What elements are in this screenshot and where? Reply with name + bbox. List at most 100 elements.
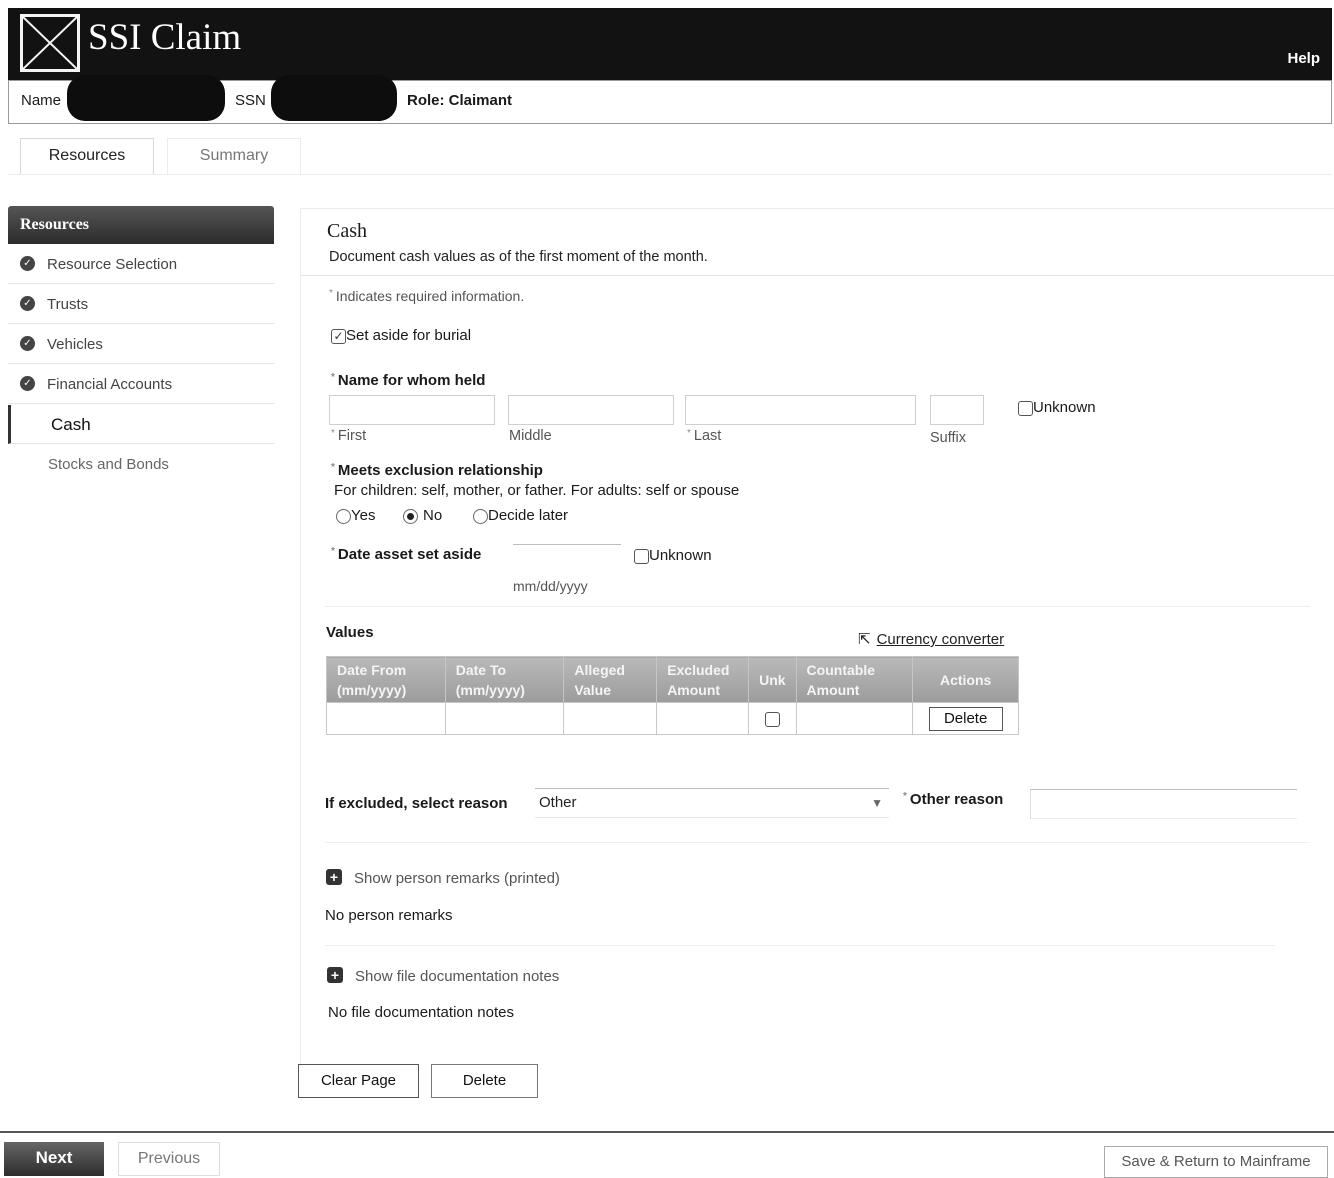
help-link[interactable]: Help	[1287, 50, 1320, 67]
role-label: Role: Claimant	[407, 92, 513, 109]
date-set-aside-label: * Date asset set aside	[331, 546, 482, 563]
middle-sublabel: Middle	[509, 428, 552, 444]
last-sublabel: * Last	[687, 428, 722, 444]
exclusion-help: For children: self, mother, or father. F…	[334, 482, 740, 499]
last-name-input[interactable]	[685, 395, 916, 425]
check-circle-icon: ✓	[20, 295, 35, 311]
sidebar-item-resource-selection[interactable]: ✓ Resource Selection	[8, 245, 274, 284]
check-circle-icon: ✓	[20, 335, 35, 351]
col-alleged-value: Alleged Value	[563, 656, 658, 703]
person-info-bar: Name SSN Role: Claimant	[8, 75, 1332, 124]
sidebar-item-vehicles[interactable]: ✓ Vehicles	[8, 325, 274, 364]
plus-icon: +	[326, 869, 342, 886]
delete-button[interactable]: Delete	[431, 1064, 538, 1098]
divider	[325, 945, 1275, 946]
name-held-label: * Name for whom held	[331, 372, 486, 389]
col-unk: Unk	[748, 656, 797, 703]
sidebar-heading: Resources	[8, 206, 274, 244]
first-name-input[interactable]	[329, 395, 495, 425]
first-sublabel: * First	[331, 428, 367, 444]
exclusion-label: * Meets exclusion relationship	[331, 462, 543, 479]
burial-checkbox[interactable]: ✓	[331, 328, 346, 344]
cell-excluded-amount[interactable]	[656, 702, 750, 735]
cell-actions: Delete	[912, 702, 1019, 735]
cell-unk	[748, 702, 797, 735]
divider	[325, 842, 1310, 843]
excluded-reason-label: If excluded, select reason	[325, 795, 508, 812]
table-row: Delete	[326, 702, 1019, 735]
footer-divider	[0, 1131, 1334, 1133]
burial-checkbox-row[interactable]: ✓ Set aside for burial	[331, 327, 471, 344]
suffix-input[interactable]	[930, 395, 984, 425]
exclusion-decide-later[interactable]: Decide later	[473, 507, 568, 524]
radio-no[interactable]	[403, 508, 418, 524]
required-note: * Indicates required information.	[329, 288, 525, 304]
next-button[interactable]: Next	[4, 1142, 104, 1176]
tab-divider	[8, 174, 1332, 175]
cell-date-from[interactable]	[326, 702, 446, 735]
page-subtitle: Document cash values as of the first mom…	[329, 249, 708, 265]
sidebar-item-label: Trusts	[47, 296, 89, 313]
app-header: SSI Claim Help	[8, 8, 1332, 80]
name-unknown-checkbox[interactable]	[1018, 400, 1033, 416]
cell-alleged-value[interactable]	[563, 702, 658, 735]
check-circle-icon: ✓	[20, 375, 35, 391]
name-unknown-row[interactable]: Unknown	[1018, 399, 1096, 416]
middle-name-input[interactable]	[508, 395, 674, 425]
sidebar-item-label: Financial Accounts	[47, 376, 173, 393]
date-unknown-row[interactable]: Unknown	[634, 547, 712, 564]
cell-countable-amount	[795, 702, 914, 735]
cell-date-to[interactable]	[444, 702, 565, 735]
ssn-label: SSN	[235, 92, 266, 109]
other-reason-label: * Other reason	[903, 791, 1004, 808]
excluded-reason-select[interactable]: Other ▼	[535, 788, 889, 818]
sidebar-item-label: Vehicles	[47, 336, 103, 353]
plus-icon: +	[327, 967, 343, 984]
sidebar-item-financial-accounts[interactable]: ✓ Financial Accounts	[8, 365, 274, 404]
col-date-from: Date From (mm/yyyy)	[326, 656, 446, 703]
app-logo-icon	[20, 14, 80, 72]
exclusion-yes[interactable]: Yes	[336, 507, 375, 524]
row-unk-checkbox[interactable]	[764, 711, 780, 727]
excluded-reason-value: Other	[539, 794, 577, 811]
external-link-icon: ⇱	[858, 631, 871, 648]
redacted-ssn	[271, 75, 397, 121]
exclusion-no[interactable]: No	[403, 507, 442, 524]
person-remarks-toggle[interactable]: + Show person remarks (printed)	[326, 869, 560, 887]
previous-button[interactable]: Previous	[118, 1142, 220, 1176]
date-set-aside-input[interactable]	[513, 544, 621, 572]
name-unknown-label: Unknown	[1033, 399, 1096, 416]
check-circle-icon: ✓	[20, 255, 35, 271]
name-label: Name	[21, 92, 62, 109]
file-docs-empty: No file documentation notes	[328, 1004, 514, 1021]
tab-resources[interactable]: Resources	[20, 138, 154, 174]
tab-summary[interactable]: Summary	[167, 138, 301, 174]
chevron-down-icon: ▼	[871, 796, 883, 810]
radio-decide-later[interactable]	[473, 508, 488, 524]
values-title: Values	[326, 624, 374, 641]
suffix-sublabel: Suffix	[930, 430, 967, 446]
radio-yes[interactable]	[336, 508, 351, 524]
file-docs-toggle[interactable]: + Show file documentation notes	[327, 967, 559, 985]
page-title: Cash	[327, 220, 367, 242]
date-unknown-checkbox[interactable]	[634, 548, 649, 564]
app-title: SSI Claim	[88, 17, 242, 58]
col-excluded-amount: Excluded Amount	[656, 656, 750, 703]
sidebar-item-label: Resource Selection	[47, 256, 178, 273]
date-format-hint: mm/dd/yyyy	[513, 578, 588, 594]
save-return-button[interactable]: Save & Return to Mainframe	[1104, 1146, 1328, 1178]
sidebar-item-trusts[interactable]: ✓ Trusts	[8, 285, 274, 324]
currency-converter-link[interactable]: ⇱ Currency converter	[858, 630, 1004, 648]
sidebar-item-cash[interactable]: Cash	[8, 405, 274, 444]
divider	[301, 275, 1334, 276]
date-unknown-label: Unknown	[649, 547, 712, 564]
clear-page-button[interactable]: Clear Page	[298, 1064, 419, 1098]
col-countable-amount: Countable Amount	[795, 656, 914, 703]
redacted-name	[67, 75, 225, 121]
sidebar-item-stocks-and-bonds[interactable]: Stocks and Bonds	[8, 445, 274, 484]
col-actions: Actions	[912, 656, 1019, 703]
other-reason-input[interactable]	[1030, 789, 1297, 819]
row-delete-button[interactable]: Delete	[928, 706, 1003, 731]
values-table: Date From (mm/yyyy) Date To (mm/yyyy) Al…	[326, 656, 1019, 735]
burial-label: Set aside for burial	[346, 327, 472, 344]
